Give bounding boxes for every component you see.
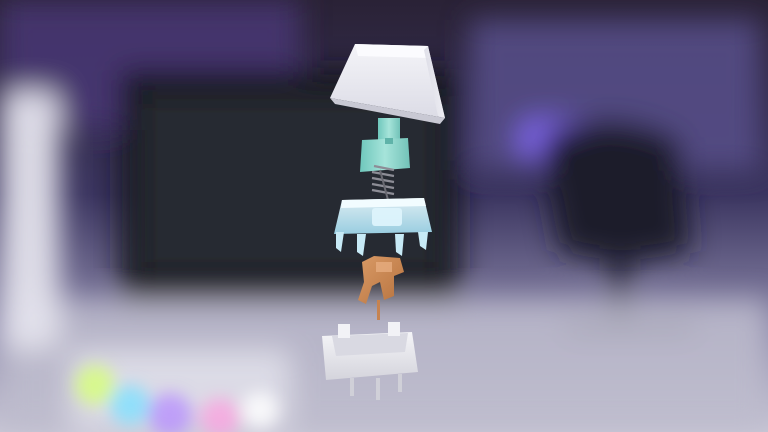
background-chair-back <box>540 120 690 260</box>
rgb-glow-white <box>242 392 278 428</box>
photo-scene <box>0 0 768 432</box>
bottom-housing-post-right <box>388 322 400 336</box>
bottom-housing-pin-1 <box>350 378 354 396</box>
rgb-glow-green <box>75 365 115 405</box>
bottom-housing-pin-2 <box>376 378 380 400</box>
rgb-glow-cyan <box>110 385 150 425</box>
background-speaker <box>0 90 60 350</box>
bottom-housing-post-left <box>338 324 350 338</box>
stem-cross <box>378 118 400 140</box>
top-housing-window <box>372 208 402 226</box>
scene-svg <box>0 0 768 432</box>
stem-slot <box>385 138 393 144</box>
contact-leaf-highlight <box>376 262 392 272</box>
bottom-housing-pin-3 <box>398 374 402 392</box>
contact-leaf-pin <box>377 300 380 320</box>
keycap-top-face <box>355 44 430 58</box>
